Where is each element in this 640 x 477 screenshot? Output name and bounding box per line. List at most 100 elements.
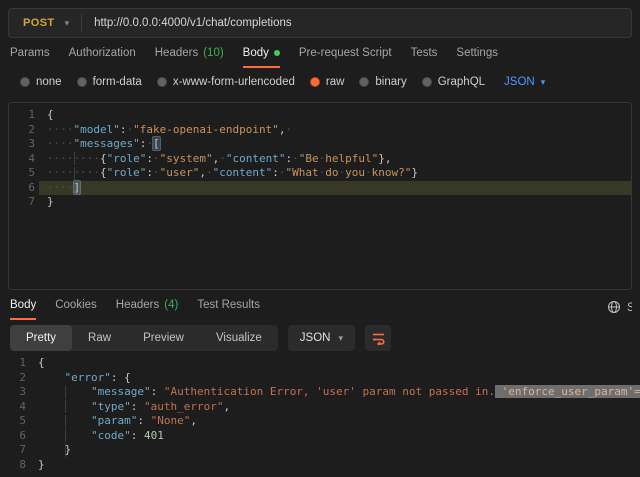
radio-icon: [77, 77, 87, 87]
tab-label: Body: [243, 47, 269, 59]
tab-tests[interactable]: Tests: [411, 41, 438, 68]
request-tabs: Params Authorization Headers (10) Body Pre-re…: [0, 38, 640, 68]
line-content: }: [30, 443, 640, 458]
line-content: ····"model":·"fake-openai-endpoint",·: [39, 123, 631, 138]
line-content: ····]: [39, 181, 631, 196]
request-body-editor[interactable]: 1{2····"model":·"fake-openai-endpoint",·…: [8, 102, 632, 290]
tab-label: Test Results: [197, 299, 260, 311]
view-pretty[interactable]: Pretty: [10, 325, 72, 351]
view-switcher: PrettyRawPreviewVisualize: [10, 325, 278, 351]
status-edge-text: S: [627, 302, 632, 314]
line-content: "error": {: [30, 371, 640, 386]
code-line[interactable]: 6····]: [9, 181, 631, 196]
response-tab-body[interactable]: Body: [10, 293, 36, 320]
tab-body[interactable]: Body: [243, 41, 280, 68]
body-type-row: none form-data x-www-form-urlencoded raw bin…: [0, 68, 640, 96]
response-tab-headers[interactable]: Headers(4): [116, 293, 179, 320]
body-type-form-data[interactable]: form-data: [77, 76, 142, 88]
line-number: 7: [0, 443, 30, 458]
code-line[interactable]: 2 "error": {: [0, 371, 640, 386]
code-line[interactable]: 5········{"role":·"user",·"content":·"Wh…: [9, 166, 631, 181]
line-content: ····"messages":·[: [39, 137, 631, 152]
body-type-graphql[interactable]: GraphQL: [422, 76, 485, 88]
view-raw[interactable]: Raw: [72, 325, 127, 351]
code-line[interactable]: 1{: [9, 108, 631, 123]
request-url-bar: POST ▾ http://0.0.0.0:4000/v1/chat/compl…: [8, 8, 632, 38]
tab-label: Authorization: [69, 47, 136, 59]
line-content: "type": "auth_error",: [30, 400, 640, 415]
code-line[interactable]: 1{: [0, 356, 640, 371]
url-input[interactable]: http://0.0.0.0:4000/v1/chat/completions: [82, 17, 292, 29]
line-number: 8: [0, 458, 30, 473]
body-type-binary[interactable]: binary: [359, 76, 406, 88]
line-content: {: [30, 356, 640, 371]
radio-label: binary: [375, 76, 406, 88]
response-format-label: JSON: [300, 332, 331, 344]
radio-icon: [359, 77, 369, 87]
body-type-x-www-form-urlencoded[interactable]: x-www-form-urlencoded: [157, 76, 295, 88]
line-number: 7: [9, 195, 39, 210]
radio-icon: [310, 77, 320, 87]
tab-label: Headers: [155, 47, 198, 59]
tab-pre-request-script[interactable]: Pre-request Script: [299, 41, 392, 68]
raw-format-label: JSON: [504, 76, 535, 88]
line-number: 5: [0, 414, 30, 429]
code-line[interactable]: 2····"model":·"fake-openai-endpoint",·: [9, 123, 631, 138]
code-line[interactable]: 7}: [9, 195, 631, 210]
line-content: ········{"role":·"system",·"content":·"B…: [39, 152, 631, 167]
code-line[interactable]: 4········{"role":·"system",·"content":·"…: [9, 152, 631, 167]
line-number: 3: [9, 137, 39, 152]
response-tabs: Body Cookies Headers(4) Test Results S: [0, 290, 640, 320]
line-content: "message": "Authentication Error, 'user'…: [30, 385, 640, 400]
tab-label: Pre-request Script: [299, 47, 392, 59]
view-preview[interactable]: Preview: [127, 325, 200, 351]
tab-label: Tests: [411, 47, 438, 59]
radio-label: none: [36, 76, 62, 88]
code-line[interactable]: 6 "code": 401: [0, 429, 640, 444]
line-number: 6: [0, 429, 30, 444]
wrap-text-button[interactable]: [365, 325, 391, 351]
radio-icon: [20, 77, 30, 87]
response-body-editor[interactable]: 1{2 "error": {3 "message": "Authenticati…: [0, 356, 640, 472]
tab-headers[interactable]: Headers (10): [155, 41, 224, 68]
chevron-down-icon: ▾: [541, 77, 546, 88]
tab-settings[interactable]: Settings: [456, 41, 498, 68]
line-content: }: [30, 458, 640, 473]
response-format-dropdown[interactable]: JSON ▾: [288, 325, 355, 351]
radio-label: form-data: [93, 76, 142, 88]
response-tab-cookies[interactable]: Cookies: [55, 293, 97, 320]
tab-count-badge: (10): [203, 47, 223, 59]
code-line[interactable]: 3 "message": "Authentication Error, 'use…: [0, 385, 640, 400]
line-content: "param": "None",: [30, 414, 640, 429]
unsaved-dot-icon: [274, 50, 280, 56]
response-tab-test-results[interactable]: Test Results: [197, 293, 260, 320]
method-selector[interactable]: POST: [9, 17, 65, 29]
code-line[interactable]: 5 "param": "None",: [0, 414, 640, 429]
line-number: 6: [9, 181, 39, 196]
tab-label: Cookies: [55, 299, 97, 311]
body-type-none[interactable]: none: [20, 76, 62, 88]
line-content: {: [39, 108, 631, 123]
code-line[interactable]: 7 }: [0, 443, 640, 458]
line-number: 1: [9, 108, 39, 123]
body-type-raw[interactable]: raw: [310, 76, 345, 88]
line-number: 1: [0, 356, 30, 371]
code-line[interactable]: 4 "type": "auth_error",: [0, 400, 640, 415]
code-line[interactable]: 8}: [0, 458, 640, 473]
tab-label: Settings: [456, 47, 498, 59]
tab-label: Body: [10, 299, 36, 311]
line-number: 3: [0, 385, 30, 400]
line-content: ········{"role":·"user",·"content":·"Wha…: [39, 166, 631, 181]
radio-icon: [157, 77, 167, 87]
raw-format-dropdown[interactable]: JSON ▾: [504, 76, 545, 88]
tab-authorization[interactable]: Authorization: [69, 41, 136, 68]
chevron-down-icon[interactable]: ▾: [65, 18, 82, 29]
tab-params[interactable]: Params: [10, 41, 50, 68]
line-content: }: [39, 195, 631, 210]
view-visualize[interactable]: Visualize: [200, 325, 278, 351]
tab-label: Params: [10, 47, 50, 59]
tab-label: Headers: [116, 299, 159, 311]
chevron-down-icon: ▾: [338, 333, 343, 344]
globe-icon[interactable]: [607, 300, 621, 314]
code-line[interactable]: 3····"messages":·[: [9, 137, 631, 152]
